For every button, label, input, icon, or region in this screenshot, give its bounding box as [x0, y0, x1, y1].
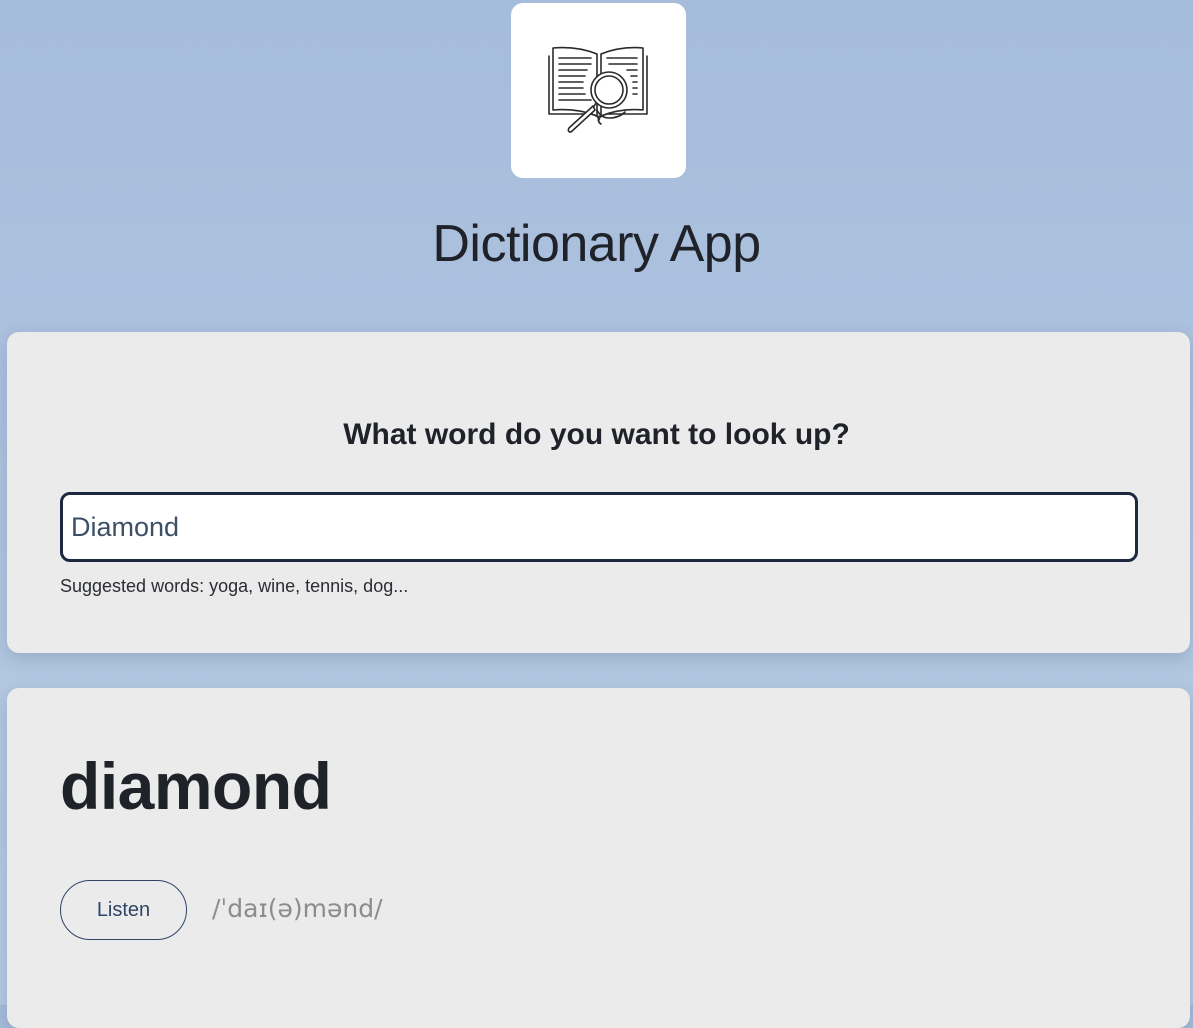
suggested-words: Suggested words: yoga, wine, tennis, dog…	[60, 576, 409, 596]
app-logo	[511, 3, 686, 178]
result-card	[7, 688, 1190, 1028]
page-title: Dictionary App	[432, 215, 761, 273]
listen-button[interactable]: Listen	[60, 880, 187, 940]
search-prompt: What word do you want to look up?	[343, 418, 850, 451]
phonetic-text: /ˈdaɪ(ə)mənd/	[212, 894, 383, 923]
book-magnifier-icon	[547, 46, 648, 133]
search-input[interactable]	[60, 492, 1138, 562]
result-word: diamond	[60, 749, 332, 823]
